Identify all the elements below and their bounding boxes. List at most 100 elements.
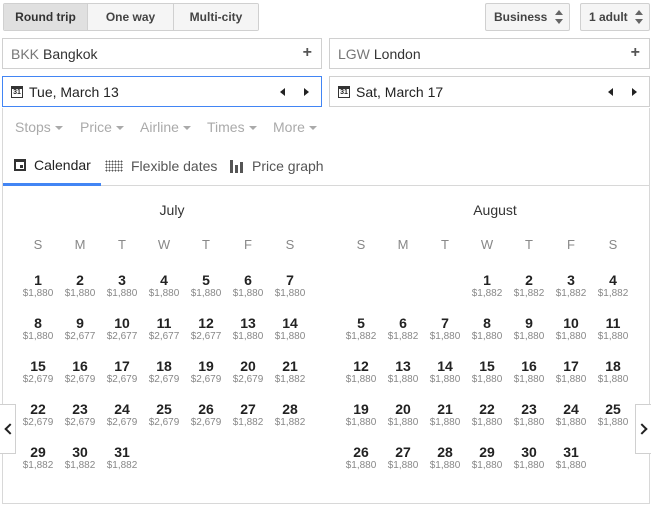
calendar-day[interactable]: 4 $1,880 [144,272,184,300]
calendar-day[interactable]: 9 $2,677 [60,315,100,343]
calendar-day[interactable]: 11 $2,677 [144,315,184,343]
return-prev-day-icon[interactable] [608,88,613,96]
calendar-day[interactable]: 16 $2,679 [60,358,100,386]
trip-type-round-trip[interactable]: Round trip [4,4,88,30]
calendar-day[interactable]: 18 $1,880 [593,358,633,386]
calendar-day[interactable]: 5 $1,882 [341,315,381,343]
calendar-day[interactable]: 26 $2,679 [186,401,226,429]
destination-field[interactable]: LGW London + [329,38,650,69]
depart-next-day-icon[interactable] [304,88,309,96]
calendar-day[interactable]: 21 $1,880 [425,401,465,429]
calendar-day[interactable]: 3 $1,880 [102,272,142,300]
calendar-day[interactable]: 7 $1,880 [270,272,310,300]
calendar-day[interactable]: 5 $1,880 [186,272,226,300]
passengers-select[interactable]: 1 adult [580,3,650,31]
add-origin-icon[interactable]: + [303,44,312,62]
depart-prev-day-icon[interactable] [280,88,285,96]
calendar-day[interactable]: 1 $1,882 [467,272,507,300]
calendar-day[interactable]: 17 $1,880 [551,358,591,386]
calendar-day[interactable]: 14 $1,880 [425,358,465,386]
calendar-day[interactable]: 20 $1,880 [383,401,423,429]
day-number: 11 [605,315,621,331]
day-price: $1,880 [232,288,264,299]
calendar-day[interactable]: 6 $1,882 [383,315,423,343]
prev-month-button[interactable] [0,404,16,454]
depart-date-field[interactable]: 31 Tue, March 13 [2,76,322,107]
tab-price-graph[interactable]: Price graph [230,146,324,186]
calendar-day[interactable]: 17 $2,679 [102,358,142,386]
calendar-day[interactable]: 18 $2,679 [144,358,184,386]
calendar-day[interactable]: 30 $1,882 [60,444,100,472]
calendar-day[interactable]: 16 $1,880 [509,358,549,386]
add-destination-icon[interactable]: + [631,44,640,62]
day-number: 19 [198,358,214,374]
calendar-day[interactable]: 8 $1,880 [18,315,58,343]
filter-price[interactable]: Price [80,119,124,135]
calendar-day[interactable]: 9 $1,880 [509,315,549,343]
tab-flexible-dates[interactable]: Flexible dates [105,146,217,186]
calendar-day[interactable]: 21 $1,882 [270,358,310,386]
calendar-day[interactable]: 7 $1,880 [425,315,465,343]
calendar-day[interactable]: 19 $2,679 [186,358,226,386]
origin-field[interactable]: BKK Bangkok + [2,38,322,69]
filter-airline[interactable]: Airline [140,119,191,135]
calendar-day[interactable]: 14 $1,880 [270,315,310,343]
calendar-day[interactable]: 25 $2,679 [144,401,184,429]
day-price: $1,882 [597,288,629,299]
calendar-day[interactable]: 12 $1,880 [341,358,381,386]
calendar-day[interactable]: 12 $2,677 [186,315,226,343]
calendar-day[interactable]: 20 $2,679 [228,358,268,386]
calendar-day[interactable]: 22 $2,679 [18,401,58,429]
day-number: 10 [563,315,579,331]
calendar-day[interactable]: 24 $2,679 [102,401,142,429]
calendar-day[interactable]: 15 $2,679 [18,358,58,386]
next-month-button[interactable] [635,404,651,454]
trip-type-one-way[interactable]: One way [88,4,174,30]
return-date-field[interactable]: 31 Sat, March 17 [329,76,650,107]
calendar-day[interactable]: 2 $1,882 [509,272,549,300]
calendar-day[interactable]: 31 $1,880 [551,444,591,472]
calendar-day[interactable]: 10 $1,880 [551,315,591,343]
calendar-day[interactable]: 19 $1,880 [341,401,381,429]
calendar-day[interactable]: 28 $1,882 [270,401,310,429]
filter-more[interactable]: More [273,119,317,135]
calendar-day[interactable]: 13 $1,880 [228,315,268,343]
tab-calendar[interactable]: Calendar [3,146,101,186]
calendar-day[interactable]: 31 $1,882 [102,444,142,472]
calendar-day[interactable]: 29 $1,882 [18,444,58,472]
calendar-day[interactable]: 30 $1,880 [509,444,549,472]
weekday-header: T [441,237,449,252]
calendar-day[interactable]: 27 $1,880 [383,444,423,472]
return-next-day-icon[interactable] [632,88,637,96]
calendar-day[interactable]: 28 $1,880 [425,444,465,472]
calendar-day[interactable]: 13 $1,880 [383,358,423,386]
filter-times[interactable]: Times [207,119,257,135]
calendar-day[interactable]: 26 $1,880 [341,444,381,472]
day-number: 30 [521,444,537,460]
calendar-day[interactable]: 27 $1,882 [228,401,268,429]
filter-stops[interactable]: Stops [15,119,63,135]
tab-calendar-label: Calendar [34,156,91,173]
calendar-day[interactable]: 2 $1,880 [60,272,100,300]
calendar-day[interactable]: 23 $1,880 [509,401,549,429]
trip-type-multi-city[interactable]: Multi-city [174,4,258,30]
calendar-day[interactable]: 11 $1,880 [593,315,633,343]
calendar-day[interactable]: 15 $1,880 [467,358,507,386]
calendar-day[interactable]: 24 $1,880 [551,401,591,429]
calendar-day[interactable]: 6 $1,880 [228,272,268,300]
weekday-header: F [567,237,575,252]
weekday-header: M [74,237,86,252]
calendar-day[interactable]: 29 $1,880 [467,444,507,472]
weekday-header: F [244,237,252,252]
calendar-day[interactable]: 8 $1,880 [467,315,507,343]
calendar-day[interactable]: 10 $2,677 [102,315,142,343]
day-price: $2,679 [106,417,138,428]
calendar-day[interactable]: 22 $1,880 [467,401,507,429]
cabin-class-select[interactable]: Business [485,3,570,31]
calendar-day[interactable]: 23 $2,679 [60,401,100,429]
calendar-day[interactable]: 1 $1,880 [18,272,58,300]
calendar-day[interactable]: 4 $1,882 [593,272,633,300]
calendar-day[interactable]: 25 $1,880 [593,401,633,429]
day-number: 23 [72,401,88,417]
calendar-day[interactable]: 3 $1,882 [551,272,591,300]
